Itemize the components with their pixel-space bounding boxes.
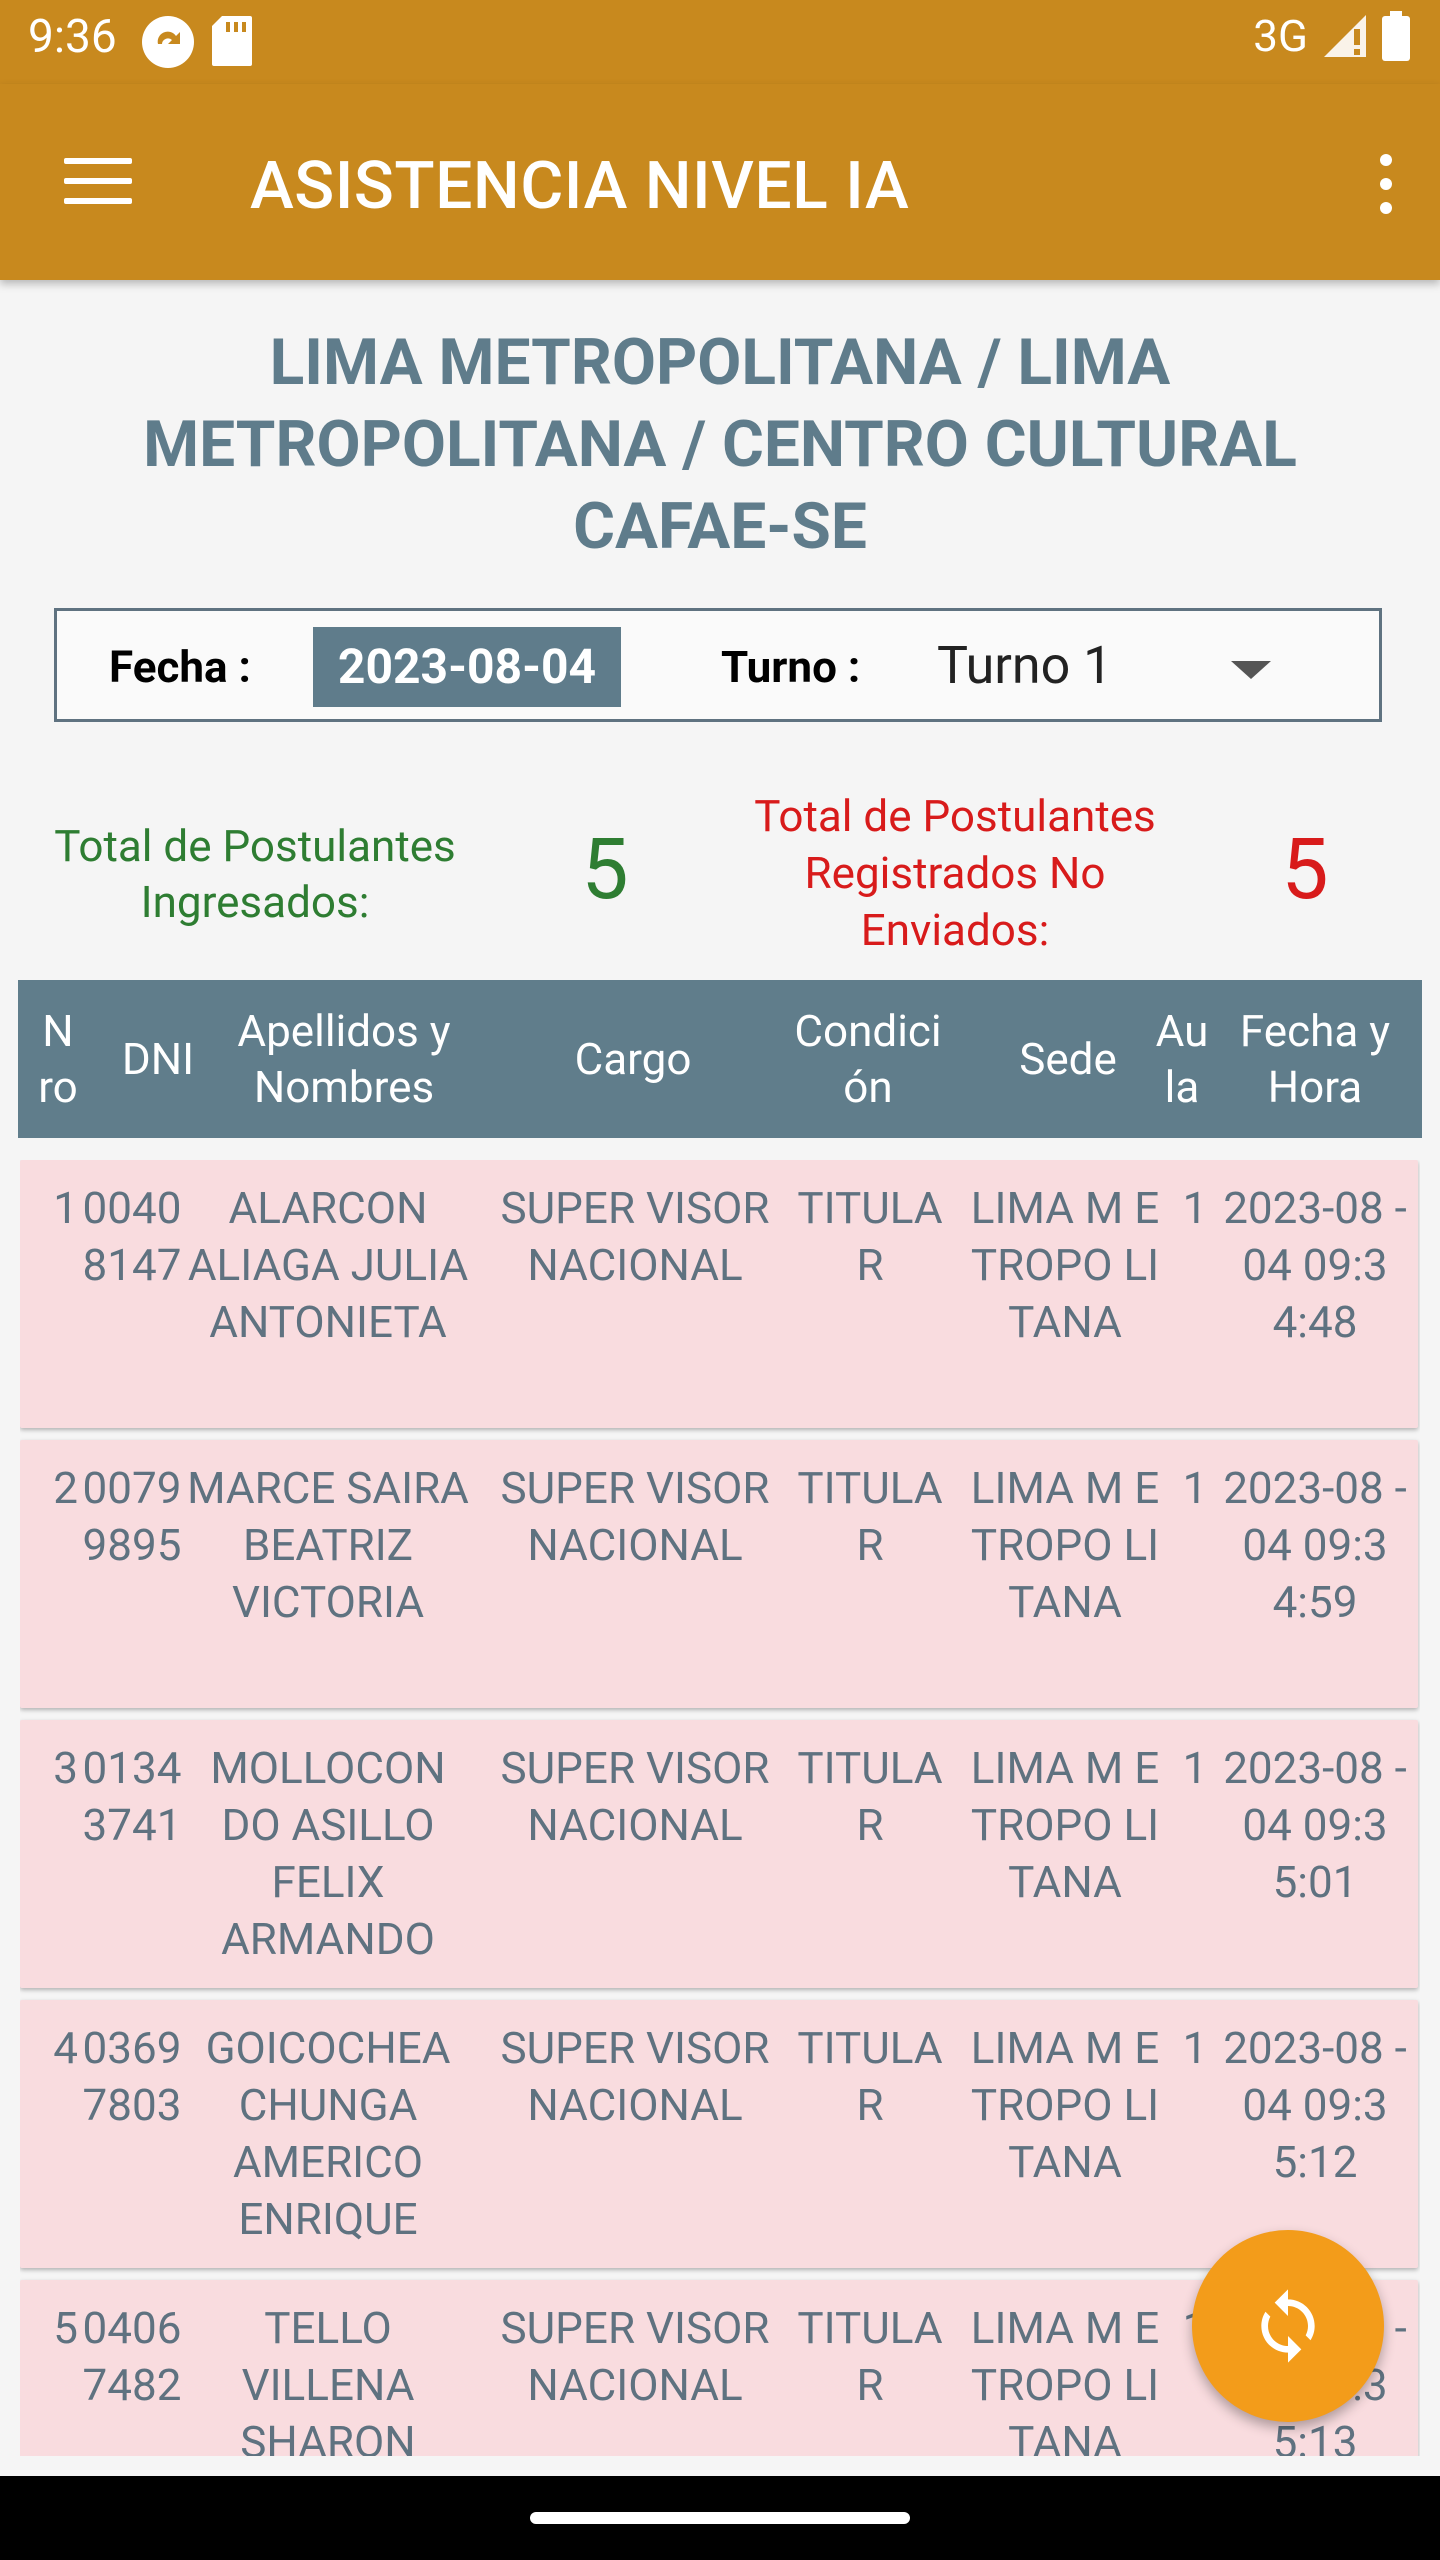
total-ingresados-label-line1: Total de Postulantes: [54, 820, 456, 872]
cell-sede: LIMA M ETROPO LITANA: [970, 2022, 1160, 2188]
cell-aula: 1: [1182, 1182, 1208, 1234]
total-no-enviados-label-line3: Enviados:: [860, 904, 1050, 956]
status-time: 9:36: [28, 10, 117, 64]
cell-cargo: SUPER VISOR NACIONAL: [500, 2302, 770, 2411]
cell-condicion: TITULA R: [797, 2302, 943, 2411]
hamburger-menu-icon[interactable]: [64, 158, 132, 218]
turno-label: Turno :: [721, 641, 861, 693]
cell-nombres: GOICOCHEA CHUNGA AMERICO ENRIQUE: [205, 2022, 451, 2245]
cell-condicion: TITULA R: [797, 2022, 943, 2131]
total-ingresados-label: Total de Postulantes Ingresados:: [20, 818, 490, 930]
total-ingresados-value: 5: [581, 820, 629, 919]
header-nombres: Apellidos y Nombres: [237, 1005, 451, 1113]
total-no-enviados-value: 5: [1281, 820, 1329, 919]
cell-aula: 1: [1182, 2022, 1208, 2074]
location-line-3: CAFAE-SE: [573, 489, 867, 564]
cell-nombres: TELLO VILLENA SHARON: [240, 2302, 416, 2456]
cell-dni: 0134 3741: [82, 1742, 182, 1851]
location-line-1: LIMA METROPOLITANA / LIMA: [269, 325, 1171, 400]
location-title: LIMA METROPOLITANA / LIMA METROPOLITANA …: [60, 322, 1380, 568]
fecha-field[interactable]: 2023-08-04: [313, 627, 621, 707]
header-cargo: Cargo: [574, 1033, 692, 1085]
header-condicion: Condici ón: [794, 1005, 942, 1113]
dropdown-arrow-icon[interactable]: [1231, 661, 1271, 679]
location-line-2: METROPOLITANA / CENTRO CULTURAL: [143, 407, 1297, 482]
more-vert-icon[interactable]: [1380, 154, 1392, 226]
cell-cargo: SUPER VISOR NACIONAL: [500, 2022, 770, 2131]
cell-nombres: MARCE SAIRA BEATRIZ VICTORIA: [187, 1462, 469, 1628]
sync-notification-icon: [142, 16, 194, 68]
table-header: N ro DNI Apellidos y Nombres Cargo Condi…: [18, 980, 1422, 1138]
total-no-enviados-label: Total de Postulantes Registrados No Envi…: [710, 788, 1200, 959]
cell-dni: 0079 9895: [82, 1462, 182, 1571]
cell-cargo: SUPER VISOR NACIONAL: [500, 1462, 770, 1571]
cell-condicion: TITULA R: [797, 1742, 943, 1851]
cell-condicion: TITULA R: [797, 1462, 943, 1571]
total-no-enviados-label-line1: Total de Postulantes: [754, 790, 1156, 842]
app-title: ASISTENCIA NIVEL IA: [250, 148, 910, 225]
table-row[interactable]: 3 0134 3741 MOLLOCON DO ASILLO FELIX ARM…: [20, 1720, 1418, 1988]
cell-nro: 3: [53, 1742, 78, 1794]
cell-nombres: MOLLOCON DO ASILLO FELIX ARMANDO: [210, 1742, 446, 1965]
cell-nro: 5: [53, 2302, 78, 2354]
navigation-bar: [0, 2476, 1440, 2560]
signal-icon: [1324, 15, 1366, 57]
header-nro: N ro: [38, 1005, 78, 1113]
cell-dni: 0040 8147: [82, 1182, 182, 1291]
header-sede: Sede: [1019, 1033, 1117, 1085]
cell-sede: LIMA M ETROPO LITANA: [970, 1462, 1160, 1628]
home-gesture-handle[interactable]: [530, 2512, 910, 2524]
table-row[interactable]: 2 0079 9895 MARCE SAIRA BEATRIZ VICTORIA…: [20, 1440, 1418, 1708]
cell-condicion: TITULA R: [797, 1182, 943, 1291]
status-bar: 9:36 3G: [0, 0, 1440, 84]
app-toolbar: ASISTENCIA NIVEL IA: [0, 84, 1440, 280]
header-aula: Au la: [1155, 1005, 1209, 1113]
cell-sede: LIMA M ETROPO LITANA: [970, 1182, 1160, 1348]
cell-nombres: ALARCON ALIAGA JULIA ANTONIETA: [187, 1182, 469, 1348]
sync-button[interactable]: [1192, 2230, 1384, 2422]
cell-fecha-hora: 2023-08 -04 09:3 4:48: [1223, 1182, 1407, 1348]
total-no-enviados-label-line2: Registrados No: [804, 847, 1106, 899]
cell-aula: 1: [1182, 1462, 1208, 1514]
cell-fecha-hora: 2023-08 -04 09:3 4:59: [1223, 1462, 1407, 1628]
filter-box: Fecha : 2023-08-04 Turno : Turno 1: [54, 608, 1382, 722]
cell-nro: 1: [53, 1182, 78, 1234]
cell-nro: 2: [53, 1462, 78, 1514]
cell-cargo: SUPER VISOR NACIONAL: [500, 1742, 770, 1851]
status-right: 3G: [1253, 10, 1410, 62]
table-row[interactable]: 4 0369 7803 GOICOCHEA CHUNGA AMERICO ENR…: [20, 2000, 1418, 2268]
cell-fecha-hora: 2023-08 -04 09:3 5:01: [1223, 1742, 1407, 1908]
cell-dni: 0406 7482: [82, 2302, 182, 2411]
table-row[interactable]: 1 0040 8147 ALARCON ALIAGA JULIA ANTONIE…: [20, 1160, 1418, 1428]
cell-dni: 0369 7803: [82, 2022, 182, 2131]
battery-icon: [1382, 11, 1410, 61]
network-type: 3G: [1253, 10, 1308, 62]
total-ingresados-label-line2: Ingresados:: [140, 876, 370, 928]
cell-sede: LIMA M ETROPO LITANA: [970, 2302, 1160, 2456]
cell-cargo: SUPER VISOR NACIONAL: [500, 1182, 770, 1291]
sync-icon: [1261, 2289, 1315, 2363]
cell-sede: LIMA M ETROPO LITANA: [970, 1742, 1160, 1908]
cell-aula: 1: [1182, 1742, 1208, 1794]
sd-card-icon: [212, 16, 252, 66]
header-fecha-hora: Fecha y Hora: [1239, 1005, 1391, 1113]
table-body[interactable]: 1 0040 8147 ALARCON ALIAGA JULIA ANTONIE…: [20, 1160, 1420, 2456]
cell-nro: 4: [53, 2022, 78, 2074]
turno-select[interactable]: Turno 1: [937, 635, 1112, 696]
fecha-label: Fecha :: [109, 641, 251, 693]
cell-fecha-hora: 2023-08 -04 09:3 5:12: [1223, 2022, 1407, 2188]
status-notification-icons: [140, 14, 254, 70]
